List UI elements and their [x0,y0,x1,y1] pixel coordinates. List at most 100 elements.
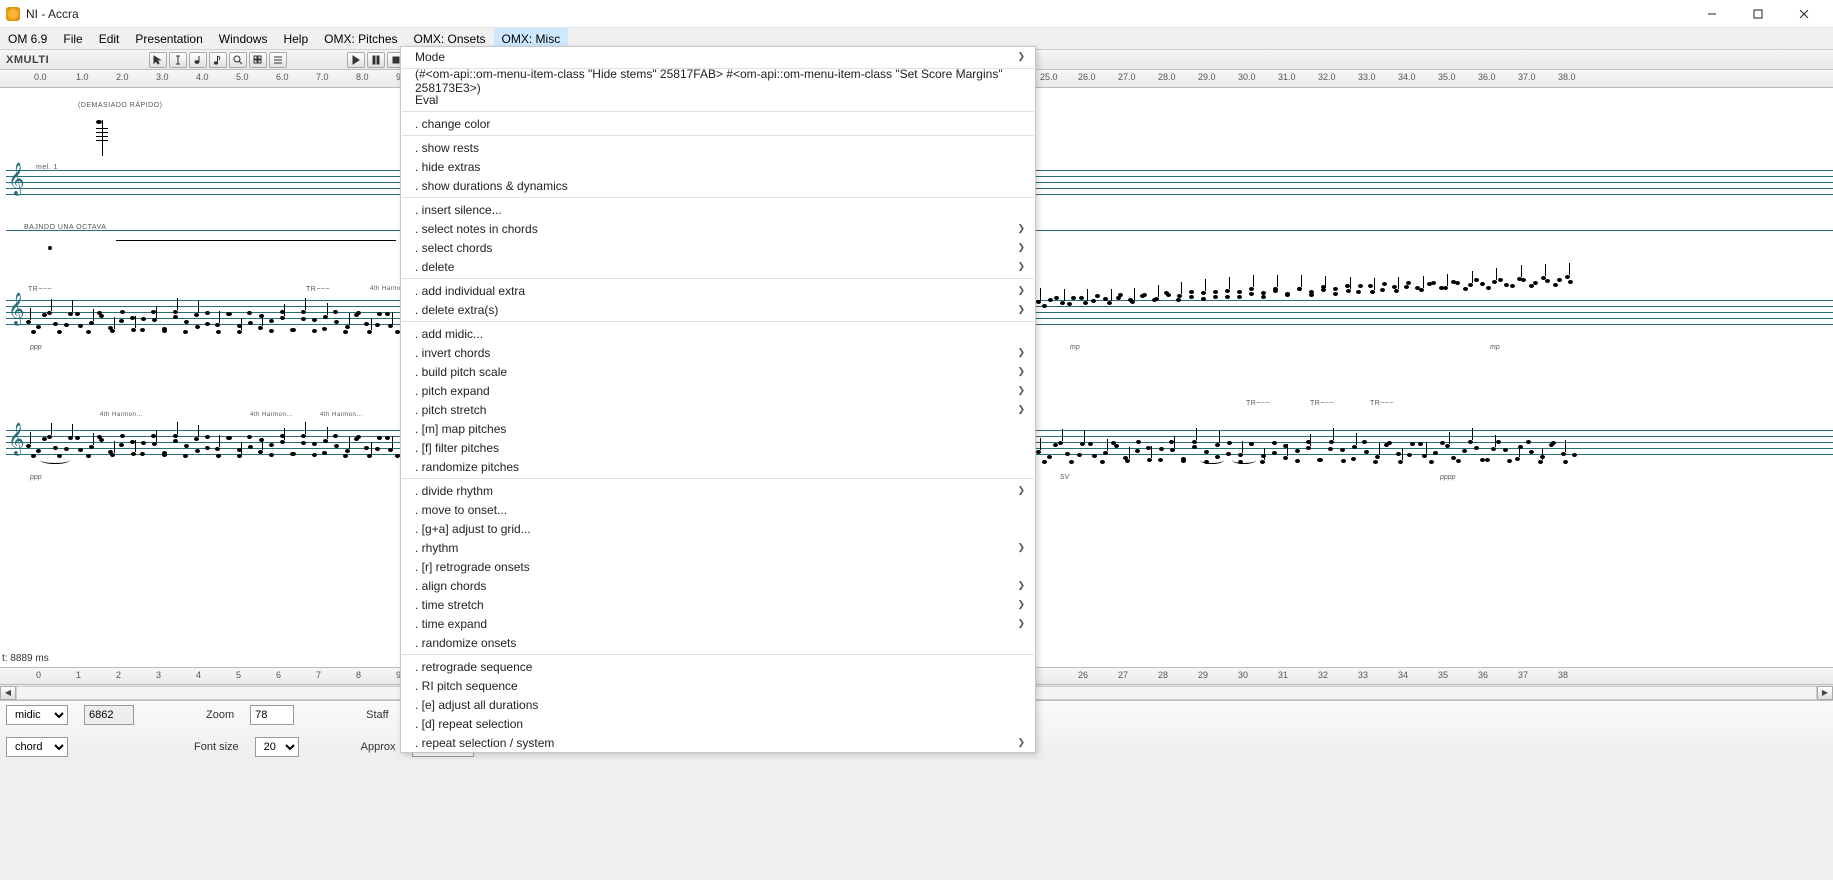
ruler-tick: 35.0 [1438,72,1456,82]
duration-line [116,240,396,241]
ruler-tick: 29.0 [1198,72,1216,82]
menu-item[interactable]: . [m] map pitches [401,419,1035,438]
close-button[interactable] [1781,0,1827,28]
menu-item[interactable]: . [d] repeat selection [401,714,1035,733]
midic-value-field[interactable] [84,705,134,725]
menu-item[interactable]: . insert silence... [401,200,1035,219]
dynamic-marking: mp [1490,344,1500,351]
scroll-right-button[interactable]: ▶ [1817,686,1833,700]
menu-help[interactable]: Help [275,28,316,49]
ruler-tick: 8 [356,670,361,680]
ruler-tick: 38 [1558,670,1568,680]
ruler-tick: 31.0 [1278,72,1296,82]
ruler-tick: 26 [1078,670,1088,680]
maximize-button[interactable] [1735,0,1781,28]
menu-item[interactable]: . retrograde sequence [401,657,1035,676]
ruler-tick: 2.0 [116,72,129,82]
ruler-tick: 5.0 [236,72,249,82]
menu-item[interactable]: Eval [401,90,1035,109]
menu-item[interactable]: . delete [401,257,1035,276]
ruler-tick: 30.0 [1238,72,1256,82]
menu-item[interactable]: . select chords [401,238,1035,257]
menu-item[interactable]: Mode [401,47,1035,66]
object-mode-select[interactable]: chord [6,737,68,757]
menu-item[interactable]: . divide rhythm [401,481,1035,500]
scroll-left-button[interactable]: ◀ [0,686,16,700]
menu-separator [402,197,1034,198]
sv-marking: SV [1060,474,1069,481]
menu-presentation[interactable]: Presentation [127,28,210,49]
ruler-tick: 3 [156,670,161,680]
note-run [26,430,400,470]
tie [40,456,70,464]
menu-item[interactable]: . rhythm [401,538,1035,557]
dynamic-marking: pppp [1440,474,1456,481]
ruler-tick: 32 [1318,670,1328,680]
treble-clef-icon: 𝄞 [8,294,25,326]
menu-item[interactable]: . [f] filter pitches [401,438,1035,457]
play-button[interactable] [347,52,365,68]
menu-item[interactable]: . hide extras [401,157,1035,176]
ruler-tick: 3.0 [156,72,169,82]
menu-file[interactable]: File [55,28,90,49]
ruler-tick: 1 [76,670,81,680]
menu-item[interactable]: . [g+a] adjust to grid... [401,519,1035,538]
menu-item[interactable]: . delete extra(s) [401,300,1035,319]
tempo-annotation: (DEMASIADO RÁPIDO) [78,102,162,109]
menu-item[interactable]: . RI pitch sequence [401,676,1035,695]
menu-item[interactable]: . time expand [401,614,1035,633]
menu-item[interactable]: . pitch expand [401,381,1035,400]
note-run [1036,274,1576,314]
ruler-tick: 33.0 [1358,72,1376,82]
ruler-tick: 36.0 [1478,72,1496,82]
menu-item[interactable]: . move to onset... [401,500,1035,519]
approx-label: Approx [361,741,396,753]
menu-separator [402,321,1034,322]
trill-annotation: TR~~~ [1370,400,1394,407]
menu-item[interactable]: . pitch stretch [401,400,1035,419]
menu-item[interactable]: . repeat selection / system [401,733,1035,752]
menu-item[interactable]: . show rests [401,138,1035,157]
minimize-button[interactable] [1689,0,1735,28]
display-mode-select[interactable]: midic [6,705,68,725]
menu-om-6-9[interactable]: OM 6.9 [0,28,55,49]
zoom-label: Zoom [206,709,234,721]
menu-item[interactable]: . add individual extra [401,281,1035,300]
tie [1232,456,1256,464]
ruler-tick: 34.0 [1398,72,1416,82]
menu-item[interactable]: . randomize pitches [401,457,1035,476]
time-label: t: 8889 ms [2,653,49,664]
ruler-tick: 28 [1158,670,1168,680]
zoom-input[interactable] [250,705,294,725]
list-tool[interactable] [269,52,287,68]
grid-tool[interactable] [249,52,267,68]
ruler-tick: 6.0 [276,72,289,82]
ruler-tick: 30 [1238,670,1248,680]
menu-item[interactable]: . change color [401,114,1035,133]
menu-item[interactable]: . add midic... [401,324,1035,343]
note-run [26,306,400,346]
menu-item[interactable]: . invert chords [401,343,1035,362]
menu-item[interactable]: . show durations & dynamics [401,176,1035,195]
pause-button[interactable] [367,52,385,68]
zoom-tool[interactable] [229,52,247,68]
menu-item[interactable]: . select notes in chords [401,219,1035,238]
harmonic-annotation: 4th Harmon... [100,412,143,418]
menu-edit[interactable]: Edit [91,28,128,49]
flag-tool[interactable] [209,52,227,68]
menu-item[interactable]: . align chords [401,576,1035,595]
menu-item[interactable]: . build pitch scale [401,362,1035,381]
menu-item[interactable]: . randomize onsets [401,633,1035,652]
text-cursor-tool[interactable] [169,52,187,68]
menu-item[interactable]: . [r] retrograde onsets [401,557,1035,576]
arrow-tool[interactable] [149,52,167,68]
menu-item[interactable]: . [e] adjust all durations [401,695,1035,714]
menu-item[interactable]: (#<om-api::om-menu-item-class "Hide stem… [401,71,1035,90]
menu-omx-pitches[interactable]: OMX: Pitches [316,28,405,49]
fontsize-select[interactable]: 20 [255,737,299,757]
note-tool[interactable] [189,52,207,68]
treble-clef-icon: 𝄞 [8,164,25,196]
menu-item[interactable]: . time stretch [401,595,1035,614]
app-icon [6,7,20,21]
menu-windows[interactable]: Windows [211,28,276,49]
